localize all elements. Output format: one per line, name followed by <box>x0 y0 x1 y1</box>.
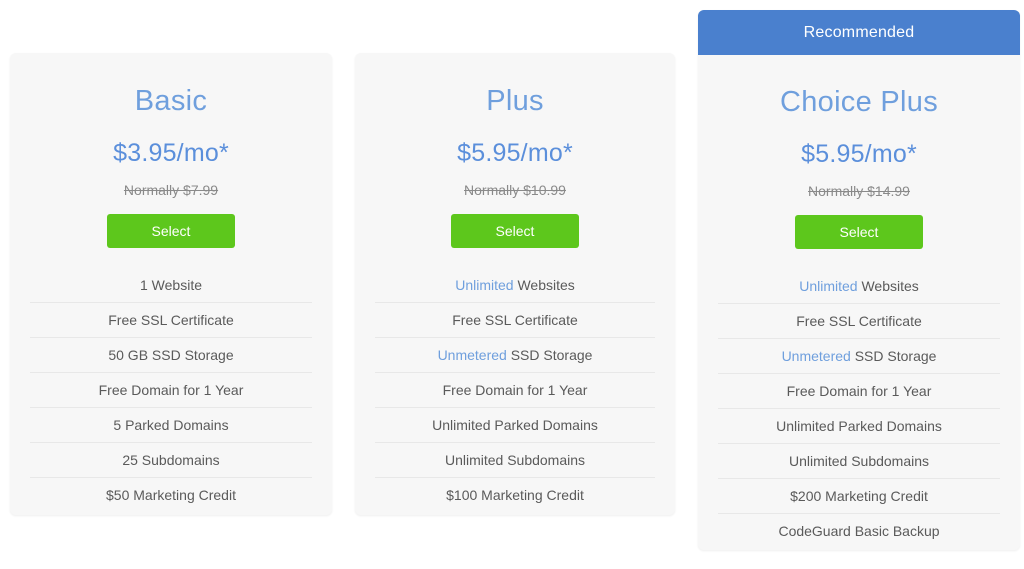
feature-highlight: Unlimited <box>455 276 514 293</box>
feature-item: Free Domain for 1 Year <box>30 373 312 408</box>
plan-price-plus: $5.95/mo* <box>457 138 573 167</box>
recommended-banner: Recommended <box>698 10 1020 55</box>
feature-item: 25 Subdomains <box>30 443 312 478</box>
feature-item: $200 Marketing Credit <box>718 479 1000 514</box>
feature-highlight: Unmetered <box>437 346 507 363</box>
feature-highlight: Unlimited <box>799 277 858 294</box>
plan-title-choice-plus: Choice Plus <box>779 86 939 118</box>
plan-header-choice-plus: Choice Plus $5.95/mo* Normally $14.99 Se… <box>698 55 1020 249</box>
feature-item: Unmetered SSD Storage <box>375 338 655 373</box>
feature-list-basic: 1 Website Free SSL Certificate 50 GB SSD S… <box>30 268 312 513</box>
feature-item: Unlimited Parked Domains <box>718 409 1000 444</box>
select-button-plus[interactable]: Select <box>451 213 579 248</box>
feature-item: Unlimited Websites <box>375 268 655 303</box>
plan-card-choice-plus[interactable]: Recommended Choice Plus $5.95/mo* Normal… <box>698 10 1020 550</box>
plan-title-plus: Plus <box>486 85 544 117</box>
feature-item: Unlimited Subdomains <box>718 444 1000 479</box>
feature-item: CodeGuard Basic Backup <box>778 523 940 540</box>
select-button-choice-plus[interactable]: Select <box>795 214 923 249</box>
feature-item: Unlimited Websites <box>718 269 1000 304</box>
plan-price-choice-plus: $5.95/mo* <box>801 139 917 168</box>
plan-header-plus: Plus $5.95/mo* Normally $10.99 Select <box>355 53 675 248</box>
plan-normally-price-plus: Normally $10.99 <box>464 181 566 198</box>
pricing-table: Basic $3.95/mo* Normally $7.99 Select 1 … <box>0 0 1024 569</box>
feature-list-choice-plus: Unlimited Websites Free SSL Certificate Un… <box>718 269 1000 549</box>
select-button-basic[interactable]: Select <box>107 213 235 248</box>
feature-item: Unmetered SSD Storage <box>718 339 1000 374</box>
feature-item: $50 Marketing Credit <box>106 487 236 504</box>
feature-item: Free SSL Certificate <box>30 303 312 338</box>
plan-card-basic[interactable]: Basic $3.95/mo* Normally $7.99 Select 1 … <box>10 53 332 515</box>
plan-price-basic: $3.95/mo* <box>113 138 229 167</box>
feature-item: Free SSL Certificate <box>718 304 1000 339</box>
feature-item: Free Domain for 1 Year <box>375 373 655 408</box>
plan-normally-price-basic: Normally $7.99 <box>123 181 219 198</box>
feature-item: 50 GB SSD Storage <box>30 338 312 373</box>
feature-highlight: Unmetered <box>781 347 851 364</box>
plan-normally-price-choice-plus: Normally $14.99 <box>808 182 910 199</box>
feature-item: Unlimited Subdomains <box>375 443 655 478</box>
plan-header-basic: Basic $3.95/mo* Normally $7.99 Select <box>10 53 332 248</box>
feature-item: 1 Website <box>30 268 312 303</box>
plan-card-plus[interactable]: Plus $5.95/mo* Normally $10.99 Select Un… <box>355 53 675 515</box>
feature-item: Free Domain for 1 Year <box>718 374 1000 409</box>
feature-item: 5 Parked Domains <box>30 408 312 443</box>
feature-item: Free SSL Certificate <box>375 303 655 338</box>
feature-item: $100 Marketing Credit <box>446 487 584 504</box>
feature-item: Unlimited Parked Domains <box>375 408 655 443</box>
plan-title-basic: Basic <box>134 85 208 117</box>
feature-list-plus: Unlimited Websites Free SSL Certificate Un… <box>375 268 655 513</box>
